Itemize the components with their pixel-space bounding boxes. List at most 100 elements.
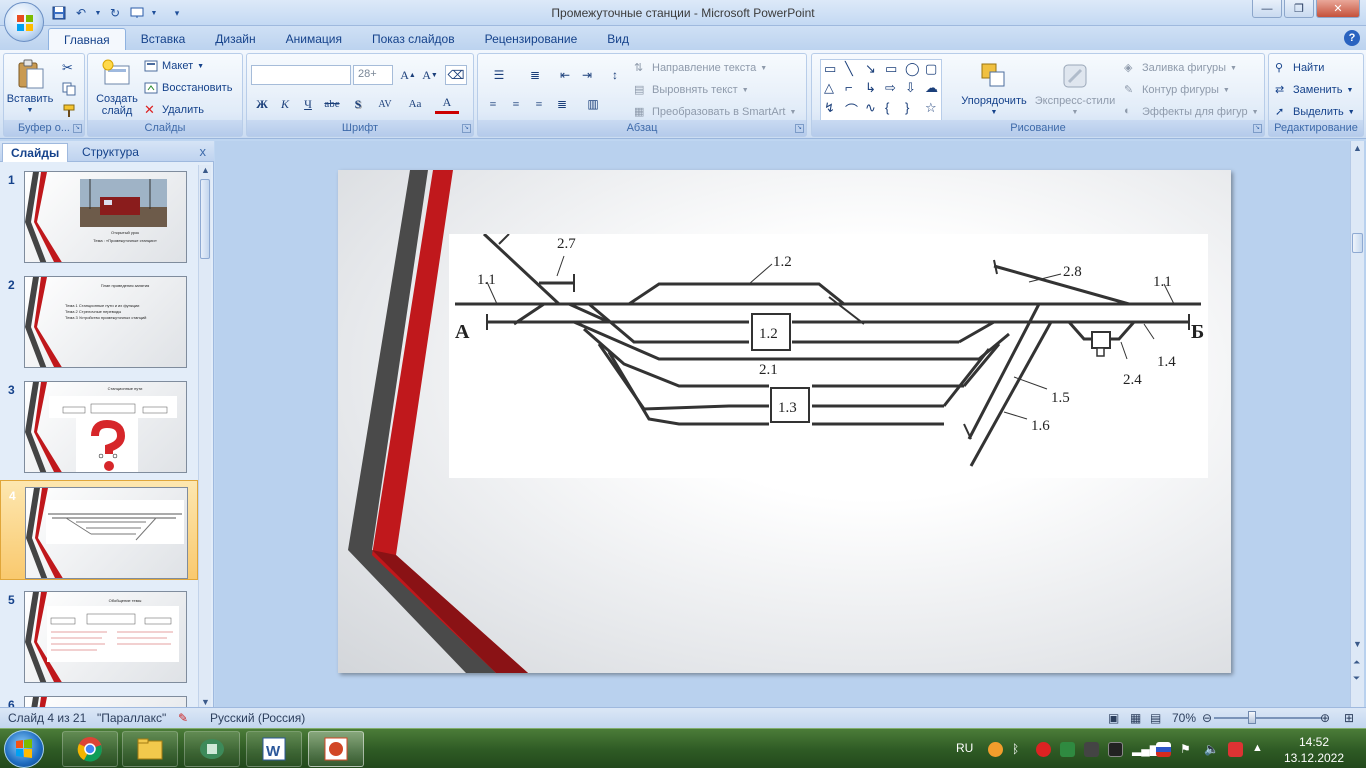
tray-flag-icon[interactable] bbox=[1156, 742, 1171, 757]
normal-view-icon[interactable]: ▣ bbox=[1108, 711, 1119, 725]
scroll-down-icon[interactable]: ▼ bbox=[1353, 639, 1362, 649]
tray-yandex-icon[interactable] bbox=[1036, 742, 1051, 757]
bullets-icon[interactable]: ☰ bbox=[482, 65, 516, 85]
callout-shape-icon[interactable]: ☁ bbox=[925, 80, 938, 96]
scroll-down-icon[interactable]: ▼ bbox=[201, 697, 210, 707]
right-arrow-shape-icon[interactable]: ⇨ bbox=[885, 80, 896, 96]
star-shape-icon[interactable]: ☆ bbox=[925, 100, 937, 116]
dialog-launcher-icon[interactable]: ↘ bbox=[73, 124, 82, 133]
strikethrough-button[interactable]: abe bbox=[321, 94, 343, 114]
minimize-button[interactable]: — bbox=[1252, 0, 1282, 18]
slide-thumbnail-3[interactable]: 3 Станционные пути bbox=[0, 375, 198, 475]
copy-button[interactable] bbox=[62, 82, 76, 96]
columns-icon[interactable]: ▥ bbox=[578, 94, 608, 114]
slide-sorter-icon[interactable]: ▦ bbox=[1130, 711, 1141, 725]
zoom-level[interactable]: 70% bbox=[1172, 711, 1196, 725]
char-spacing-button[interactable]: AV bbox=[371, 94, 399, 114]
tab-view[interactable]: Вид bbox=[592, 28, 644, 50]
format-painter-button[interactable] bbox=[62, 104, 76, 118]
grow-font-icon[interactable]: A ▲ bbox=[397, 65, 419, 85]
tab-outline-pane[interactable]: Структура bbox=[74, 143, 147, 162]
taskbar-phone[interactable] bbox=[184, 731, 240, 767]
align-left-icon[interactable]: ≡ bbox=[482, 94, 504, 114]
taskbar-word[interactable]: W bbox=[246, 731, 302, 767]
select-button[interactable]: ➚ Выделить ▼ bbox=[1275, 105, 1355, 119]
start-button[interactable] bbox=[4, 730, 44, 768]
tray-app-icon[interactable] bbox=[1060, 742, 1075, 757]
taskbar-chrome[interactable] bbox=[62, 731, 118, 767]
zoom-slider[interactable] bbox=[1214, 717, 1322, 719]
slide-thumbnail-6[interactable]: 6 bbox=[0, 690, 198, 707]
italic-button[interactable]: К bbox=[274, 94, 296, 114]
justify-icon[interactable]: ≣ bbox=[551, 94, 573, 114]
replace-button[interactable]: ⇄ Заменить ▼ bbox=[1275, 83, 1353, 97]
tray-volume-icon[interactable]: 🔈 bbox=[1204, 742, 1219, 757]
thumbnails-scrollbar[interactable]: ▲ ▼ bbox=[198, 165, 211, 707]
freeform-shape-icon[interactable]: ∿ bbox=[865, 100, 876, 116]
current-slide[interactable]: А Б 1.1 2.7 1.2 1.2 2.8 1.1 1.4 2.4 2.1 … bbox=[338, 170, 1231, 673]
curve-shape-icon[interactable]: ↯ bbox=[824, 100, 835, 116]
tab-slides-pane[interactable]: Слайды bbox=[2, 143, 69, 162]
slide-thumbnail-4[interactable]: 4 bbox=[0, 480, 198, 580]
rounded-rect-shape-icon[interactable]: ▢ bbox=[925, 61, 937, 77]
tab-design[interactable]: Дизайн bbox=[200, 28, 270, 50]
tab-home[interactable]: Главная bbox=[48, 28, 126, 50]
next-slide-icon[interactable]: ⏷ bbox=[1353, 673, 1360, 684]
decrease-indent-icon[interactable]: ⇤ bbox=[554, 65, 576, 85]
find-button[interactable]: ⚲ Найти bbox=[1275, 61, 1324, 75]
text-direction-button[interactable]: ⇅ Направление текста ▼ bbox=[634, 61, 767, 75]
align-text-button[interactable]: ▤ Выровнять текст ▼ bbox=[634, 83, 749, 97]
clock[interactable]: 14:52 13.12.2022 bbox=[1282, 734, 1346, 766]
underline-button[interactable]: Ч bbox=[297, 94, 319, 114]
delete-slide-button[interactable]: ✕ Удалить bbox=[144, 103, 204, 117]
tray-show-hidden-icon[interactable]: ▲ bbox=[1252, 742, 1267, 757]
tab-animation[interactable]: Анимация bbox=[271, 28, 357, 50]
cut-button[interactable]: ✂ bbox=[62, 60, 76, 75]
layout-button[interactable]: Макет ▼ bbox=[144, 59, 204, 73]
arrange-button[interactable]: Упорядочить ▼ bbox=[958, 60, 1030, 119]
paste-button[interactable]: Вставить ▼ bbox=[7, 58, 53, 117]
new-slide-button[interactable]: Создать слайд bbox=[92, 58, 142, 117]
scroll-up-icon[interactable]: ▲ bbox=[1353, 143, 1362, 153]
align-right-icon[interactable]: ≡ bbox=[528, 94, 550, 114]
font-color-button[interactable]: A bbox=[435, 94, 459, 114]
right-brace-shape-icon[interactable]: } bbox=[905, 100, 909, 115]
shrink-font-icon[interactable]: A ▼ bbox=[419, 65, 441, 85]
previous-slide-icon[interactable]: ⏶ bbox=[1353, 657, 1360, 668]
restore-button[interactable]: ❐ bbox=[1284, 0, 1314, 18]
scrollbar-thumb[interactable] bbox=[200, 179, 210, 259]
increase-indent-icon[interactable]: ⇥ bbox=[576, 65, 598, 85]
tab-slideshow[interactable]: Показ слайдов bbox=[357, 28, 470, 50]
shape-fill-button[interactable]: ◈ Заливка фигуры ▼ bbox=[1124, 61, 1237, 75]
oval-shape-icon[interactable]: ◯ bbox=[905, 61, 920, 77]
reset-button[interactable]: Восстановить bbox=[144, 81, 232, 95]
slideshow-view-icon[interactable]: ▤ bbox=[1150, 711, 1161, 725]
scrollbar-thumb[interactable] bbox=[1352, 233, 1363, 253]
slide-thumbnail-1[interactable]: 1 Открытый урок Тема : «Промежуточные ст… bbox=[0, 165, 198, 265]
triangle-shape-icon[interactable]: △ bbox=[824, 80, 834, 96]
spellcheck-icon[interactable]: ✎ bbox=[178, 711, 188, 725]
shapes-gallery[interactable]: ▭ ╲ ↘ ▭ ◯ ▢ △ ⌐ ↳ ⇨ ⇩ ☁ ↯ ⌒ ∿ { } ☆ bbox=[820, 59, 942, 121]
office-button[interactable] bbox=[4, 2, 44, 42]
shadow-button[interactable]: S bbox=[347, 94, 369, 114]
shape-outline-button[interactable]: ✎ Контур фигуры ▼ bbox=[1124, 83, 1230, 97]
arrow-line-shape-icon[interactable]: ↘ bbox=[865, 61, 876, 77]
smartart-button[interactable]: ▦ Преобразовать в SmartArt ▼ bbox=[634, 105, 796, 119]
input-language[interactable]: RU bbox=[956, 741, 973, 755]
dialog-launcher-icon[interactable]: ↘ bbox=[462, 124, 471, 133]
clear-format-icon[interactable]: ⌫ bbox=[445, 65, 467, 85]
zoom-in-icon[interactable]: ⊕ bbox=[1320, 711, 1330, 725]
tray-shield-icon[interactable] bbox=[1228, 742, 1243, 757]
tray-avast-icon[interactable] bbox=[988, 742, 1003, 757]
fit-to-window-icon[interactable]: ⊞ bbox=[1344, 711, 1354, 725]
slide-thumbnail-2[interactable]: 2 План проведения занятия Тема 1 Станцио… bbox=[0, 270, 198, 370]
taskbar-explorer[interactable] bbox=[122, 731, 178, 767]
quick-styles-button[interactable]: Экспресс-стили ▼ bbox=[1034, 60, 1116, 119]
scroll-up-icon[interactable]: ▲ bbox=[201, 165, 210, 175]
zoom-slider-thumb[interactable] bbox=[1248, 711, 1256, 724]
tab-insert[interactable]: Вставка bbox=[126, 28, 201, 50]
shape-effects-button[interactable]: ◐ Эффекты для фигур ▼ bbox=[1124, 105, 1259, 119]
dialog-launcher-icon[interactable]: ↘ bbox=[795, 124, 804, 133]
zoom-out-icon[interactable]: ⊖ bbox=[1202, 711, 1212, 725]
rectangle-shape-icon[interactable]: ▭ bbox=[885, 61, 897, 77]
